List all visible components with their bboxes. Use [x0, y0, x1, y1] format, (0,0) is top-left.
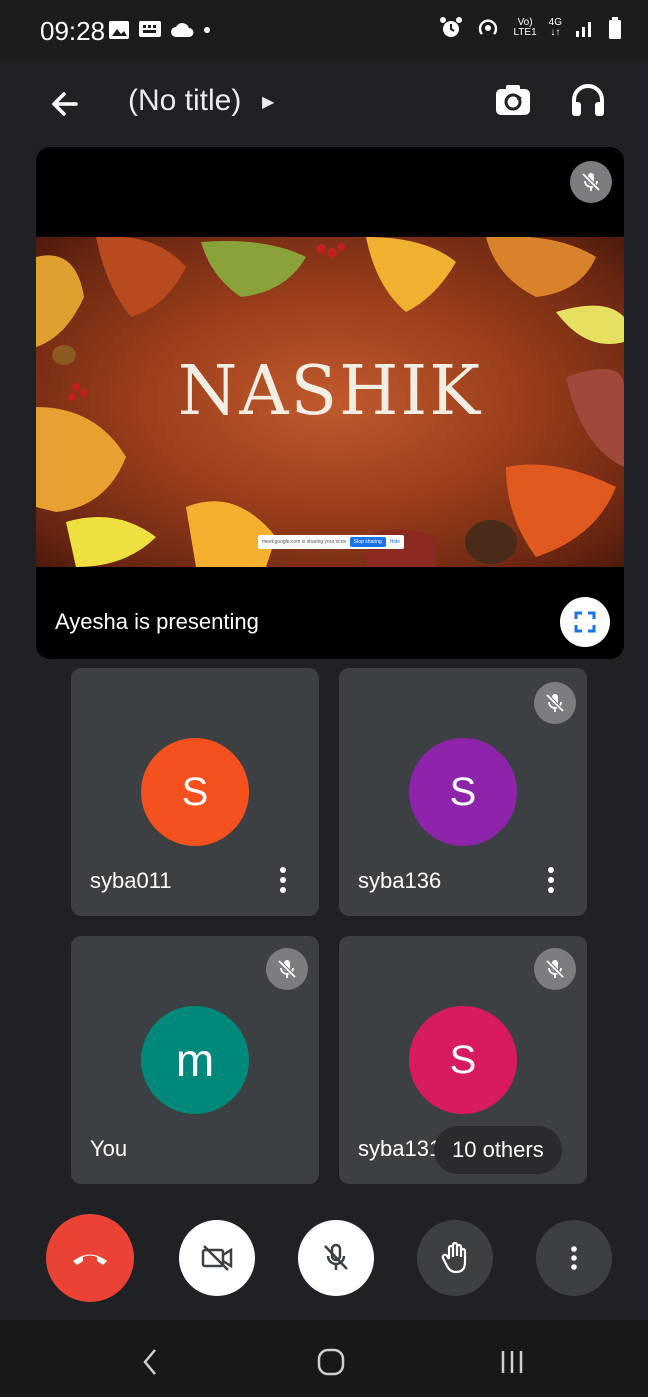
end-call-icon	[73, 1254, 107, 1265]
lte-label: LTE1	[513, 27, 537, 38]
volte-indicator: Vo) LTE1	[513, 18, 536, 38]
participant-mute-badge	[534, 948, 576, 990]
signal-icon	[576, 22, 591, 37]
presenter-label: Ayesha is presenting	[55, 609, 259, 634]
avatar: S	[141, 738, 249, 846]
data-indicator: 4G ↓↑	[549, 18, 562, 38]
avatar: S	[409, 738, 517, 846]
caret-right-icon[interactable]: ▶	[262, 92, 274, 112]
system-navigation-bar	[0, 1320, 648, 1397]
slide-title: NASHIK	[177, 352, 483, 431]
gallery-icon	[109, 21, 129, 39]
camera-toggle-button[interactable]	[179, 1220, 255, 1296]
call-controls	[0, 1210, 648, 1306]
back-nav-icon	[143, 1349, 156, 1375]
switch-camera-icon[interactable]	[492, 80, 534, 122]
avatar: S	[409, 1006, 517, 1114]
fullscreen-icon	[574, 611, 596, 633]
back-nav-button[interactable]	[130, 1342, 170, 1382]
participant-tile[interactable]: S syba136	[339, 668, 587, 916]
alarm-icon	[440, 17, 463, 37]
mic-off-icon	[581, 172, 601, 192]
home-nav-button[interactable]	[311, 1342, 351, 1382]
raise-hand-icon	[441, 1241, 467, 1274]
home-nav-icon	[317, 1348, 345, 1376]
participant-mute-badge	[266, 948, 308, 990]
top-app-bar: (No title) ▶	[0, 62, 648, 142]
avatar: m	[141, 1006, 249, 1114]
mic-off-icon	[277, 959, 297, 979]
notification-icons	[108, 20, 212, 40]
participant-more-button[interactable]	[539, 864, 563, 896]
recents-nav-button[interactable]	[492, 1342, 532, 1382]
participant-name: syba011	[90, 868, 172, 893]
status-time: 09:28	[40, 16, 106, 46]
stop-sharing-button: Stop sharing	[349, 537, 386, 547]
screen-icon	[139, 21, 161, 37]
share-banner-text: meet.google.com is sharing your screen.	[262, 539, 346, 545]
meeting-title[interactable]: (No title)	[128, 84, 241, 118]
data-arrows: ↓↑	[550, 27, 561, 38]
back-arrow-icon[interactable]	[42, 82, 86, 126]
participant-name: syba131	[358, 1136, 442, 1161]
end-call-button[interactable]	[46, 1214, 134, 1302]
mic-toggle-button[interactable]	[298, 1220, 374, 1296]
participant-tile[interactable]: S syba011	[71, 668, 319, 916]
participant-mute-badge	[534, 682, 576, 724]
cloud-icon	[171, 23, 194, 37]
more-vertical-icon	[548, 867, 554, 893]
more-options-button[interactable]	[536, 1220, 612, 1296]
participant-name: You	[90, 1136, 128, 1161]
fullscreen-button[interactable]	[560, 597, 610, 647]
hotspot-icon	[479, 19, 498, 35]
participant-more-button[interactable]	[271, 864, 295, 896]
camera-off-icon	[201, 1245, 233, 1271]
recents-nav-icon	[501, 1351, 523, 1373]
dot-icon	[204, 27, 210, 33]
more-vertical-icon	[280, 867, 286, 893]
screen-share-banner: meet.google.com is sharing your screen. …	[258, 535, 404, 549]
participant-tile-self[interactable]: m You	[71, 936, 319, 1184]
mic-off-icon	[545, 959, 565, 979]
mic-off-icon	[545, 693, 565, 713]
mic-off-icon	[324, 1243, 348, 1270]
more-vertical-icon	[571, 1246, 577, 1270]
system-icons: Vo) LTE1 4G ↓↑	[439, 16, 622, 40]
participant-tile[interactable]: S syba131 10 others	[339, 936, 587, 1184]
headset-icon[interactable]	[568, 80, 608, 120]
presentation-mute-badge	[570, 161, 612, 203]
others-count-button[interactable]: 10 others	[434, 1126, 562, 1174]
status-bar: 09:28 Vo) LTE1 4G ↓↑	[0, 0, 648, 62]
raise-hand-button[interactable]	[417, 1220, 493, 1296]
hide-banner-button: Hide	[389, 539, 400, 545]
presentation-tile[interactable]: NASHIK meet.google.com is sharing your s…	[36, 147, 624, 659]
shared-screen: NASHIK meet.google.com is sharing your s…	[36, 237, 624, 567]
battery-icon	[609, 17, 621, 39]
participant-name: syba136	[358, 868, 442, 893]
